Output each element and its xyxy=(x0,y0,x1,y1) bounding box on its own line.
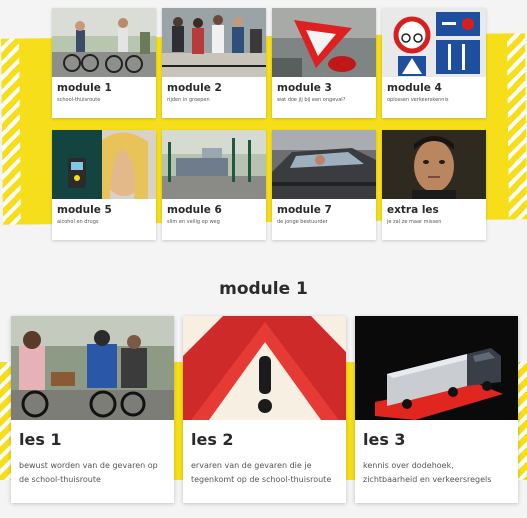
module-subtitle: de jonge bestuurder xyxy=(277,219,328,225)
module-subtitle: je zal ze maar missen xyxy=(387,219,442,225)
module-card-4[interactable]: module 4 oplossen verkeerskennis xyxy=(382,8,486,118)
module-subtitle: oplossen verkeerskennis xyxy=(387,97,449,103)
module-1-image xyxy=(52,8,156,77)
module-6-image xyxy=(162,130,266,199)
module-title: module 6 xyxy=(167,204,222,216)
lesson-1-image xyxy=(11,316,174,420)
module-3-image xyxy=(272,8,376,77)
module-card-3[interactable]: module 3 wat doe jij bij een ongeval? xyxy=(272,8,376,118)
module-5-image xyxy=(52,130,156,199)
module-title: module 4 xyxy=(387,82,442,94)
module-card-6[interactable]: module 6 slim en veilig op weg xyxy=(162,130,266,240)
module-title: module 2 xyxy=(167,82,222,94)
lesson-card-3[interactable]: les 3 kennis over dodehoek, zichtbaarhei… xyxy=(355,316,518,503)
module-card-2[interactable]: module 2 rijden in groepen xyxy=(162,8,266,118)
module-subtitle: school-thuisroute xyxy=(57,97,101,103)
module-title: module 5 xyxy=(57,204,112,216)
lesson-description: kennis over dodehoek, zichtbaarheid en v… xyxy=(363,461,492,484)
module-card-1[interactable]: module 1 school-thuisroute xyxy=(52,8,156,118)
lesson-title: les 3 xyxy=(363,430,406,449)
lesson-card-1[interactable]: les 1 bewust worden van de gevaren op de… xyxy=(11,316,174,503)
lesson-title: les 1 xyxy=(19,430,62,449)
module-subtitle: rijden in groepen xyxy=(167,97,210,103)
module-subtitle: alcohol en drugs xyxy=(57,219,99,225)
module-title: module 1 xyxy=(57,82,112,94)
module-extra-image xyxy=(382,130,486,199)
module-title: module 7 xyxy=(277,204,332,216)
lesson-2-image xyxy=(183,316,346,420)
section-title: module 1 xyxy=(219,279,308,299)
module-4-image xyxy=(382,8,486,77)
lesson-description: ervaren van de gevaren die je tegenkomt … xyxy=(191,461,332,484)
lesson-3-image xyxy=(355,316,518,420)
module-subtitle: wat doe jij bij een ongeval? xyxy=(277,97,346,103)
module-title: extra les xyxy=(387,204,439,216)
module-7-image xyxy=(272,130,376,199)
lesson-description: bewust worden van de gevaren op de schoo… xyxy=(19,461,158,484)
module-card-5[interactable]: module 5 alcohol en drugs xyxy=(52,130,156,240)
lesson-list: les 1 bewust worden van de gevaren op de… xyxy=(11,316,518,503)
module-card-extra[interactable]: extra les je zal ze maar missen xyxy=(382,130,486,240)
module-card-7[interactable]: module 7 de jonge bestuurder xyxy=(272,130,376,240)
module-grid: module 1 school-thuisroute module 2 rijd… xyxy=(52,8,488,240)
module-subtitle: slim en veilig op weg xyxy=(167,219,220,225)
lesson-title: les 2 xyxy=(191,430,234,449)
module-title: module 3 xyxy=(277,82,332,94)
lesson-card-2[interactable]: les 2 ervaren van de gevaren die je tege… xyxy=(183,316,346,503)
module-2-image xyxy=(162,8,266,77)
